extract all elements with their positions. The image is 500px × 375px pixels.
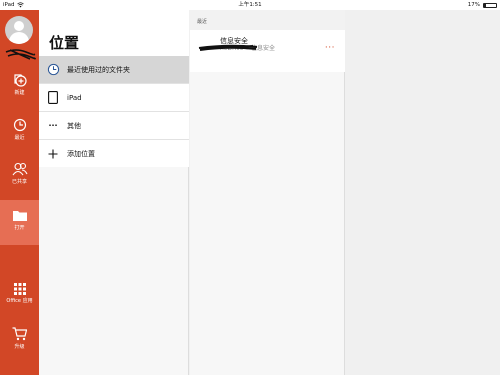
clock-icon [13, 118, 26, 132]
sidebar-item-upgrade[interactable]: 升级 [0, 327, 39, 350]
battery-percent: 17% [467, 2, 480, 8]
new-document-icon [13, 74, 27, 87]
tablet-icon [48, 91, 58, 104]
sidebar-item-open[interactable]: 打开 [0, 200, 39, 245]
status-bar: iPad 上午1:51 17% [0, 0, 500, 10]
recent-files-panel: 最近 信息安全 neDrive » 信息安全 ··· [190, 10, 345, 375]
location-label: 添加位置 [67, 150, 95, 158]
apps-grid-icon [13, 283, 26, 295]
section-header: 最近 [190, 10, 345, 30]
redaction-scribble [198, 44, 258, 51]
sidebar-item-shared[interactable]: 已共享 [0, 162, 39, 185]
locations-list: 位置 最近使用过的文件夹 iPad ··· 其他 添加位置 [39, 10, 189, 167]
sidebar-item-office-apps[interactable]: Office 应用 [0, 283, 39, 304]
more-options-button[interactable]: ··· [325, 43, 335, 53]
clock-icon [47, 63, 59, 76]
more-icon: ··· [48, 121, 58, 130]
battery-icon [483, 2, 497, 8]
status-time: 上午1:51 [238, 2, 262, 8]
sidebar-item-recent[interactable]: 最近 [0, 118, 39, 141]
folder-icon [12, 211, 27, 221]
sidebar-item-new[interactable]: 新建 [0, 73, 39, 96]
sidebar-item-label: 已共享 [11, 179, 27, 185]
location-label: 其他 [67, 121, 81, 130]
plus-icon [48, 149, 58, 159]
sidebar-item-label: 最近 [14, 135, 25, 141]
app-sidebar: 新建 最近 已共享 打开 Office 应用 升级 [0, 10, 39, 375]
location-label: 最近使用过的文件夹 [67, 65, 130, 74]
location-label: iPad [67, 93, 82, 102]
location-add[interactable]: 添加位置 [39, 140, 189, 168]
sidebar-item-label: 升级 [14, 344, 25, 350]
page-title: 位置 [49, 34, 80, 52]
sidebar-item-label: Office 应用 [6, 298, 33, 304]
locations-panel: 位置 最近使用过的文件夹 iPad ··· 其他 添加位置 [39, 10, 189, 375]
redaction-scribble [5, 49, 36, 60]
location-ipad[interactable]: iPad [39, 84, 189, 112]
empty-area [345, 10, 500, 375]
avatar[interactable] [5, 16, 33, 44]
people-icon [12, 162, 27, 176]
sidebar-item-label: 新建 [14, 90, 25, 96]
sidebar-item-label: 打开 [14, 225, 25, 231]
location-other[interactable]: ··· 其他 [39, 112, 189, 140]
location-recent-folders[interactable]: 最近使用过的文件夹 [39, 56, 189, 84]
cart-icon [12, 327, 27, 341]
list-item[interactable]: 信息安全 neDrive » 信息安全 ··· [190, 30, 345, 72]
